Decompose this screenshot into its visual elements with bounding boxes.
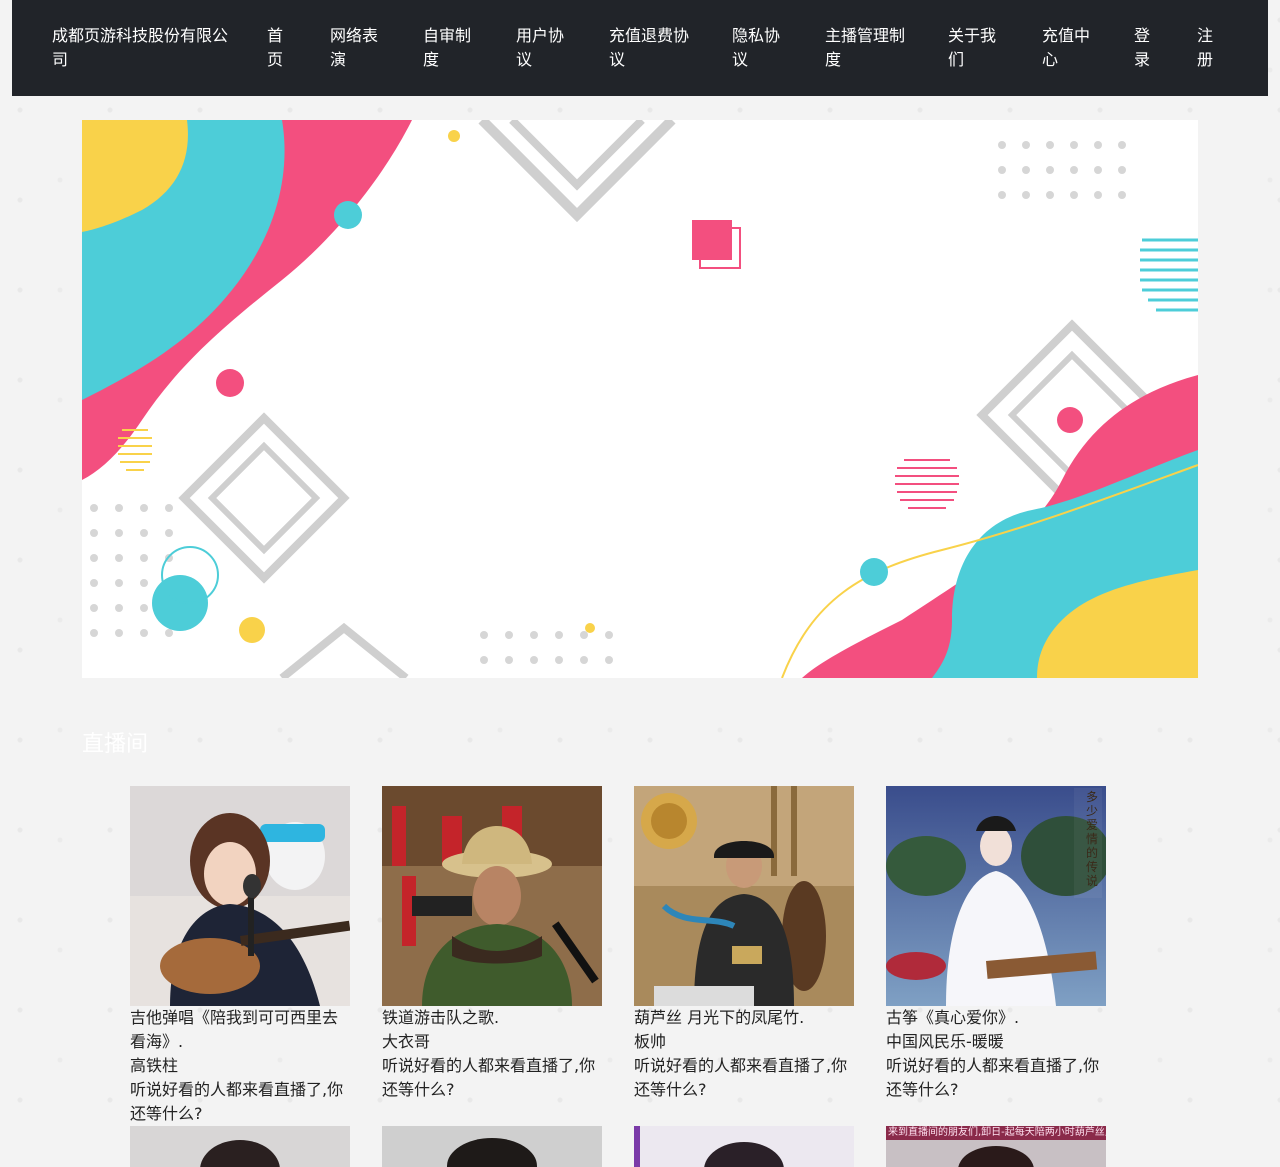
top-navbar: 成都页游科技股份有限公司 首页 网络表演 自审制度 用户协议 充值退费协议 隐私… bbox=[12, 0, 1268, 96]
thumbnail-scroll-caption: 来到直播间的朋友们,卸日-起每天陪两小时葫芦丝,弦 bbox=[888, 1127, 1106, 1138]
thumbnail-image bbox=[130, 1126, 350, 1167]
live-room-thumbnail[interactable] bbox=[382, 1126, 602, 1167]
live-room-title[interactable]: 古筝《真心爱你》. bbox=[886, 1006, 1106, 1030]
live-room-thumbnail[interactable] bbox=[634, 1126, 854, 1167]
live-room-host: 板帅 bbox=[634, 1032, 667, 1051]
live-room-title[interactable]: 吉他弹唱《陪我到可可西里去看海》. bbox=[130, 1006, 350, 1054]
thumbnail-image bbox=[382, 1126, 602, 1167]
live-room-card[interactable]: 多少爱情的传说 古筝《真心爱你》. 中国风民乐-暖暖 听说好看的人都来看直播了,… bbox=[886, 786, 1106, 1102]
thumbnail-image-guitar-singer bbox=[130, 786, 350, 1006]
brand-name[interactable]: 成都页游科技股份有限公司 bbox=[52, 24, 237, 72]
live-room-info: 吉他弹唱《陪我到可可西里去看海》. 高铁柱 听说好看的人都来看直播了,你还等什么… bbox=[130, 1006, 350, 1126]
live-room-thumbnail[interactable] bbox=[634, 786, 854, 1006]
section-title-live-rooms: 直播间 bbox=[82, 732, 149, 757]
hero-banner bbox=[82, 120, 1198, 678]
nav-user-agreement[interactable]: 用户协议 bbox=[516, 24, 570, 72]
banner-graphic bbox=[82, 120, 1198, 678]
live-room-host: 大衣哥 bbox=[382, 1032, 431, 1051]
nav-performance[interactable]: 网络表演 bbox=[330, 24, 384, 72]
nav-anchor-rules[interactable]: 主播管理制度 bbox=[825, 24, 911, 72]
live-room-host: 中国风民乐-暖暖 bbox=[886, 1032, 1004, 1051]
thumbnail-image bbox=[634, 1126, 854, 1167]
thumbnail-image-guzheng-player bbox=[886, 786, 1106, 1006]
live-room-host: 高铁柱 bbox=[130, 1056, 179, 1075]
live-room-info: 铁道游击队之歌. 大衣哥 听说好看的人都来看直播了,你还等什么? bbox=[382, 1006, 602, 1102]
nav-self-review[interactable]: 自审制度 bbox=[423, 24, 477, 72]
live-room-slogan: 听说好看的人都来看直播了,你还等什么? bbox=[634, 1056, 848, 1099]
nav-login[interactable]: 登录 bbox=[1134, 24, 1156, 72]
nav-about[interactable]: 关于我们 bbox=[948, 24, 1002, 72]
live-room-thumbnail[interactable] bbox=[130, 1126, 350, 1167]
live-room-title[interactable]: 葫芦丝 月光下的凤尾竹. bbox=[634, 1006, 854, 1030]
live-room-title[interactable]: 铁道游击队之歌. bbox=[382, 1006, 602, 1030]
live-room-card[interactable]: 铁道游击队之歌. 大衣哥 听说好看的人都来看直播了,你还等什么? bbox=[382, 786, 602, 1102]
thumbnail-image-hulusi-player bbox=[634, 786, 854, 1006]
live-room-info: 葫芦丝 月光下的凤尾竹. 板帅 听说好看的人都来看直播了,你还等什么? bbox=[634, 1006, 854, 1102]
live-room-slogan: 听说好看的人都来看直播了,你还等什么? bbox=[886, 1056, 1100, 1099]
live-room-thumbnail[interactable]: 来到直播间的朋友们,卸日-起每天陪两小时葫芦丝,弦 bbox=[886, 1126, 1106, 1167]
live-room-info: 古筝《真心爱你》. 中国风民乐-暖暖 听说好看的人都来看直播了,你还等什么? bbox=[886, 1006, 1106, 1102]
live-room-slogan: 听说好看的人都来看直播了,你还等什么? bbox=[382, 1056, 596, 1099]
thumbnail-image-singer-hat bbox=[382, 786, 602, 1006]
thumbnail-vertical-caption: 多少爱情的传说 bbox=[1086, 790, 1099, 888]
nav-refund-agreement[interactable]: 充值退费协议 bbox=[609, 24, 695, 72]
live-room-card[interactable]: 吉他弹唱《陪我到可可西里去看海》. 高铁柱 听说好看的人都来看直播了,你还等什么… bbox=[130, 786, 350, 1126]
live-room-thumbnail[interactable] bbox=[382, 786, 602, 1006]
live-room-thumbnail[interactable]: 多少爱情的传说 bbox=[886, 786, 1106, 1006]
nav-recharge[interactable]: 充值中心 bbox=[1042, 24, 1096, 72]
live-room-slogan: 听说好看的人都来看直播了,你还等什么? bbox=[130, 1080, 344, 1123]
live-room-card[interactable]: 葫芦丝 月光下的凤尾竹. 板帅 听说好看的人都来看直播了,你还等什么? bbox=[634, 786, 854, 1102]
nav-home[interactable]: 首页 bbox=[267, 24, 289, 72]
live-room-thumbnail[interactable] bbox=[130, 786, 350, 1006]
nav-register[interactable]: 注册 bbox=[1197, 24, 1219, 72]
nav-privacy[interactable]: 隐私协议 bbox=[732, 24, 786, 72]
